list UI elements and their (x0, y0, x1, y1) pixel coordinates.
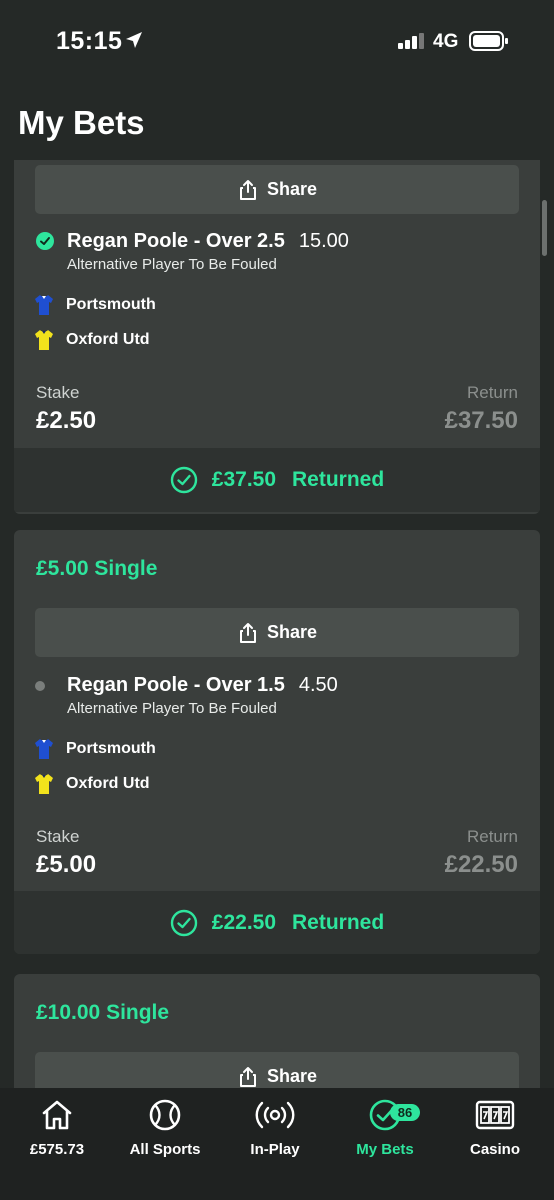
shirt-icon (35, 739, 53, 759)
page-title: My Bets (18, 104, 145, 141)
share-button[interactable]: Share (35, 1052, 519, 1088)
share-button[interactable]: Share (35, 608, 519, 657)
home-icon (42, 1100, 72, 1130)
team-row: Portsmouth (34, 292, 156, 318)
stake-label: Stake (36, 827, 80, 846)
bet-title: £5.00 Single (36, 557, 158, 580)
check-circle-outline-icon (170, 466, 197, 494)
returned-amount: £22.50 (211, 911, 277, 934)
selection-title: Regan Poole - Over 1.5 (67, 674, 285, 696)
status-time: 15:15 (56, 27, 123, 55)
location-arrow-icon (124, 30, 144, 55)
shirt-icon (35, 774, 53, 794)
nav-label: Casino (469, 1141, 520, 1158)
nav-home[interactable]: £575.73 (2, 1098, 112, 1158)
nav-casino[interactable]: Casino (440, 1098, 550, 1158)
selection-odds: 15.00 (298, 230, 349, 252)
bet-title: £10.00 Single (36, 1001, 170, 1024)
nav-in-play[interactable]: In-Play (220, 1098, 330, 1158)
returned-amount: £37.50 (211, 468, 277, 491)
shirt-icon (35, 295, 53, 315)
share-label: Share (266, 622, 318, 642)
team-name: Portsmouth (66, 740, 156, 757)
ball-icon (149, 1099, 181, 1131)
broadcast-icon (255, 1101, 295, 1129)
selection-name: Regan Poole - Over 2.5 15.00 (67, 230, 349, 253)
bet-card: £10.00 Single Share (14, 974, 540, 1088)
bets-count-badge: 86 (390, 1104, 420, 1121)
team-name: Oxford Utd (66, 331, 150, 348)
network-type: 4G (433, 31, 459, 52)
selection-odds: 4.50 (298, 674, 338, 696)
nav-label: All Sports (129, 1141, 201, 1158)
stake-value: £5.00 (36, 851, 97, 878)
nav-all-sports[interactable]: All Sports (110, 1098, 220, 1158)
return-label: Return (466, 827, 518, 846)
returned-banner: £37.50 Returned (14, 448, 540, 512)
share-icon (239, 179, 256, 200)
signal-bars-icon (398, 33, 426, 54)
nav-label: In-Play (250, 1141, 300, 1158)
selection-market: Alternative Player To Be Fouled (67, 256, 277, 273)
nav-my-bets[interactable]: 86 My Bets (330, 1098, 440, 1158)
check-circle-icon (36, 232, 54, 250)
selection-name: Regan Poole - Over 1.5 4.50 (67, 674, 338, 697)
bets-list[interactable]: Share Regan Poole - Over 2.5 15.00 Altern… (0, 160, 554, 1088)
team-name: Oxford Utd (66, 775, 150, 792)
share-icon (239, 1066, 256, 1087)
returned-text: Returned (292, 468, 385, 491)
slot-machine-icon (475, 1100, 515, 1130)
check-circle-outline-icon (170, 909, 197, 937)
share-icon (239, 622, 256, 643)
team-row: Oxford Utd (34, 327, 150, 353)
pending-dot-icon (35, 681, 45, 691)
selection-title: Regan Poole - Over 2.5 (67, 230, 285, 252)
share-button[interactable]: Share (35, 165, 519, 214)
nav-label: £575.73 (29, 1141, 85, 1158)
scrollbar[interactable] (542, 200, 547, 256)
status-bar: 15:15 4G (0, 0, 554, 86)
bottom-nav: £575.73 All Sports In-Play 86 My Bets Ca… (0, 1088, 554, 1200)
bet-card: Share Regan Poole - Over 2.5 15.00 Altern… (14, 160, 540, 514)
battery-icon (469, 31, 509, 56)
team-row: Portsmouth (34, 736, 156, 762)
stake-value: £2.50 (36, 407, 97, 434)
return-value: £22.50 (444, 851, 518, 878)
share-label: Share (266, 179, 318, 199)
team-row: Oxford Utd (34, 771, 150, 797)
return-label: Return (466, 383, 518, 402)
stake-label: Stake (36, 383, 80, 402)
team-name: Portsmouth (66, 296, 156, 313)
shirt-icon (35, 330, 53, 350)
bet-card: £5.00 Single Share Regan Poole - Over 1.… (14, 530, 540, 954)
returned-text: Returned (292, 911, 385, 934)
return-value: £37.50 (444, 407, 518, 434)
nav-label: My Bets (356, 1141, 414, 1158)
share-label: Share (266, 1066, 318, 1086)
returned-banner: £22.50 Returned (14, 891, 540, 954)
selection-market: Alternative Player To Be Fouled (67, 700, 277, 717)
